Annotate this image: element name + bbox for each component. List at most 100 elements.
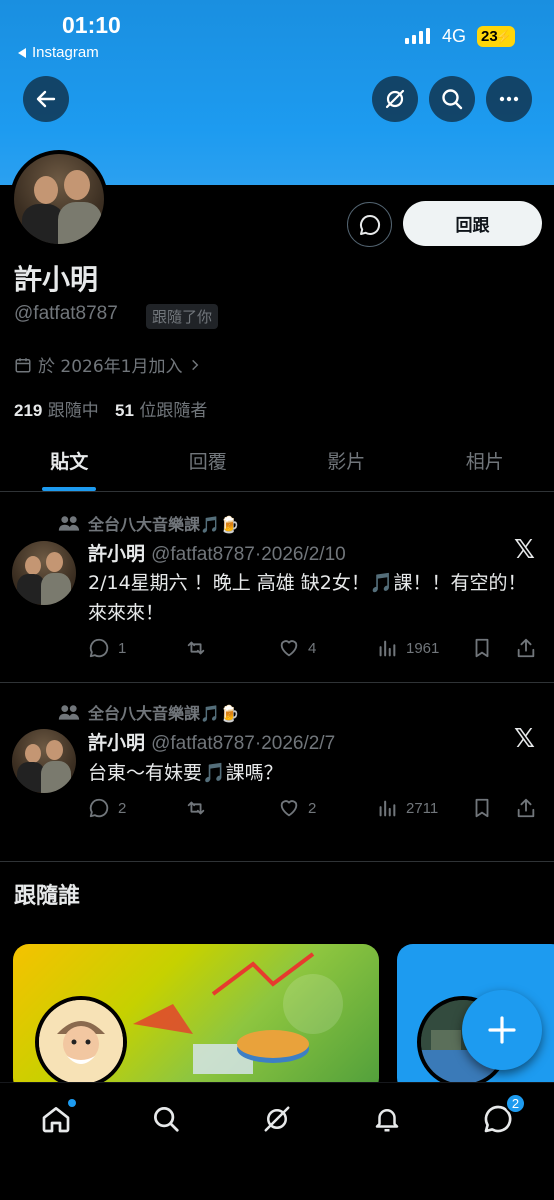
home-icon bbox=[42, 1107, 70, 1133]
views-button[interactable]: 1961 bbox=[376, 637, 439, 659]
like-count: 2 bbox=[308, 799, 317, 817]
messages-badge: 2 bbox=[505, 1093, 526, 1114]
post-item[interactable]: 全台八大音樂課🎵🍺 許小明 @fatfat8787·2026/2/10 𝕏 2/… bbox=[0, 493, 554, 683]
share-button[interactable] bbox=[515, 637, 537, 659]
followers-link[interactable]: 51 位跟隨者 bbox=[115, 401, 207, 421]
bookmark-icon bbox=[475, 798, 489, 818]
views-count: 1961 bbox=[406, 639, 440, 657]
follow-stats: 219 跟隨中 51 位跟隨者 bbox=[14, 396, 207, 421]
grok-icon bbox=[264, 1106, 290, 1132]
post-meta: @fatfat8787·2026/2/10 bbox=[151, 544, 346, 565]
views-count: 2711 bbox=[406, 799, 439, 817]
share-button[interactable] bbox=[515, 797, 537, 819]
cartoon-avatar-icon bbox=[39, 1000, 123, 1084]
follow-back-button[interactable]: 回跟 bbox=[403, 201, 542, 246]
battery-icon: 23 ⚡ bbox=[477, 26, 515, 47]
reply-button[interactable]: 2 bbox=[88, 797, 126, 819]
suggestion-avatar[interactable] bbox=[35, 996, 127, 1088]
tab-replies[interactable]: 回覆 bbox=[139, 434, 278, 491]
following-count: 219 bbox=[14, 401, 43, 420]
reply-button[interactable]: 1 bbox=[88, 637, 126, 659]
profile-name: 許小明 bbox=[14, 263, 99, 296]
community-label[interactable]: 全台八大音樂課🎵🍺 bbox=[58, 700, 240, 724]
views-chart-icon bbox=[379, 640, 396, 657]
nav-home[interactable] bbox=[36, 1099, 76, 1139]
arrow-left-icon bbox=[36, 90, 56, 108]
bookmark-button[interactable] bbox=[471, 637, 493, 659]
bookmark-button[interactable] bbox=[471, 797, 493, 819]
views-chart-icon bbox=[379, 800, 396, 817]
repost-button[interactable] bbox=[184, 637, 208, 659]
heart-icon bbox=[280, 800, 298, 817]
heart-icon bbox=[280, 640, 298, 657]
followers-count: 51 bbox=[115, 401, 134, 420]
repost-button[interactable] bbox=[184, 797, 208, 819]
bottom-navigation: 2 bbox=[0, 1082, 554, 1200]
bell-icon bbox=[375, 1109, 399, 1132]
message-button[interactable] bbox=[347, 202, 392, 247]
community-name: 全台八大音樂課🎵🍺 bbox=[88, 515, 240, 534]
message-bubble-icon bbox=[359, 214, 380, 235]
nav-grok[interactable] bbox=[257, 1099, 297, 1139]
post-author-name: 許小明 bbox=[88, 543, 146, 565]
reply-count: 2 bbox=[118, 799, 127, 817]
nav-messages[interactable]: 2 bbox=[478, 1093, 526, 1139]
community-label[interactable]: 全台八大音樂課🎵🍺 bbox=[58, 511, 240, 535]
profile-tabs: 貼文 回覆 影片 相片 bbox=[0, 434, 554, 492]
back-app-label: Instagram bbox=[32, 44, 99, 61]
like-button[interactable]: 2 bbox=[278, 797, 316, 819]
following-link[interactable]: 219 跟隨中 bbox=[14, 401, 99, 421]
profile-avatar[interactable] bbox=[10, 150, 108, 248]
post-text: 2/14星期六 ！晚上 高雄 缺2女！🎵課！！有空的！來來來！ bbox=[88, 572, 527, 624]
followers-label: 位跟隨者 bbox=[139, 401, 208, 421]
back-triangle-icon bbox=[18, 47, 26, 58]
repost-icon bbox=[187, 641, 205, 655]
reply-icon bbox=[89, 638, 109, 658]
share-icon bbox=[517, 638, 535, 658]
calendar-icon bbox=[15, 357, 31, 372]
back-to-app-link[interactable]: Instagram bbox=[18, 44, 99, 61]
nav-notifications[interactable] bbox=[367, 1099, 407, 1139]
like-count: 4 bbox=[308, 639, 317, 657]
post-actions: 1 4 1961 bbox=[88, 637, 544, 667]
grok-icon bbox=[385, 89, 405, 109]
post-avatar[interactable] bbox=[12, 729, 76, 793]
post-header: 許小明 @fatfat8787·2026/2/7 bbox=[88, 728, 335, 755]
x-logo-icon: 𝕏 bbox=[514, 724, 535, 754]
chevron-right-icon bbox=[192, 359, 199, 370]
more-button[interactable] bbox=[486, 76, 532, 122]
bookmark-icon bbox=[475, 638, 489, 658]
new-content-dot bbox=[68, 1099, 76, 1107]
search-icon bbox=[442, 89, 463, 110]
signal-icon bbox=[405, 28, 430, 44]
network-label: 4G bbox=[442, 26, 467, 46]
search-icon bbox=[154, 1107, 179, 1132]
more-dots-icon bbox=[499, 96, 519, 102]
grok-button[interactable] bbox=[372, 76, 418, 122]
like-button[interactable]: 4 bbox=[278, 637, 316, 659]
post-meta: @fatfat8787·2026/2/7 bbox=[151, 733, 336, 754]
share-icon bbox=[517, 798, 535, 818]
joined-date[interactable]: 於 2026年1月加入 bbox=[14, 352, 202, 377]
post-author-name: 許小明 bbox=[88, 732, 146, 754]
suggestion-card[interactable] bbox=[13, 944, 379, 1094]
post-actions: 2 2 2711 bbox=[88, 797, 544, 827]
tab-photos[interactable]: 相片 bbox=[416, 434, 554, 491]
status-bar: 01:10 Instagram 4G 23 ⚡ bbox=[0, 10, 554, 70]
compose-post-button[interactable] bbox=[462, 990, 542, 1070]
search-button[interactable] bbox=[429, 76, 475, 122]
views-button[interactable]: 2711 bbox=[376, 797, 438, 819]
post-avatar[interactable] bbox=[12, 541, 76, 605]
community-name: 全台八大音樂課🎵🍺 bbox=[88, 704, 240, 723]
community-icon bbox=[58, 516, 80, 531]
post-text: 台東～有妹要🎵課嗎？ bbox=[88, 762, 283, 784]
joined-text: 於 2026年1月加入 bbox=[38, 357, 183, 377]
tab-posts[interactable]: 貼文 bbox=[0, 434, 139, 491]
who-to-follow-title: 跟隨誰 bbox=[14, 884, 81, 909]
tab-videos[interactable]: 影片 bbox=[277, 434, 416, 491]
nav-search[interactable] bbox=[146, 1099, 186, 1139]
back-button[interactable] bbox=[23, 76, 69, 122]
profile-handle: @fatfat8787 bbox=[14, 303, 118, 324]
following-label: 跟隨中 bbox=[47, 401, 99, 421]
post-item[interactable]: 全台八大音樂課🎵🍺 許小明 @fatfat8787·2026/2/7 𝕏 台東～… bbox=[0, 684, 554, 862]
